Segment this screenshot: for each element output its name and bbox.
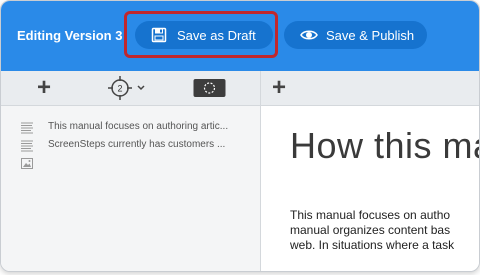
eye-icon xyxy=(300,27,318,43)
document-lines-icon xyxy=(21,122,33,134)
article-editor[interactable]: How this ma This manual focuses on autho… xyxy=(261,106,479,271)
document-lines-icon xyxy=(21,140,33,152)
draft-highlight-box xyxy=(124,11,278,58)
svg-text:2: 2 xyxy=(117,84,122,94)
editor-window: Editing Version 3 Save as Draft Save & P… xyxy=(0,0,480,272)
article-title[interactable]: How this ma xyxy=(290,125,479,167)
body-line: web. In situations where a task xyxy=(290,238,455,252)
header-bar: Editing Version 3 Save as Draft Save & P… xyxy=(1,1,479,71)
image-icon[interactable] xyxy=(21,158,33,169)
sidebar-item-article-1[interactable]: This manual focuses on authoring artic..… xyxy=(1,120,260,136)
plus-icon: + xyxy=(271,74,286,101)
add-content-button[interactable]: + xyxy=(268,71,290,105)
save-and-publish-button[interactable]: Save & Publish xyxy=(284,21,427,49)
capture-icon xyxy=(193,79,226,97)
body-line: This manual focuses on autho xyxy=(290,208,451,222)
sidebar-item-label: ScreenSteps currently has customers ... xyxy=(48,139,226,150)
target-level-dropdown[interactable]: 2 xyxy=(105,71,153,105)
toolbar: + 2 + xyxy=(1,71,479,106)
save-and-publish-label: Save & Publish xyxy=(326,27,415,43)
body-line: manual organizes content bas xyxy=(290,223,451,237)
add-item-button[interactable]: + xyxy=(33,71,55,105)
sidebar-item-label: This manual focuses on authoring artic..… xyxy=(48,121,229,132)
crosshair-icon: 2 xyxy=(108,76,145,100)
sidebar: This manual focuses on authoring artic..… xyxy=(1,106,260,271)
plus-icon: + xyxy=(36,74,51,101)
sidebar-item-article-2[interactable]: ScreenSteps currently has customers ... xyxy=(1,138,260,154)
capture-button[interactable] xyxy=(193,71,226,105)
article-body[interactable]: This manual focuses on autho manual orga… xyxy=(290,208,479,253)
version-label: Editing Version 3 xyxy=(17,28,123,43)
